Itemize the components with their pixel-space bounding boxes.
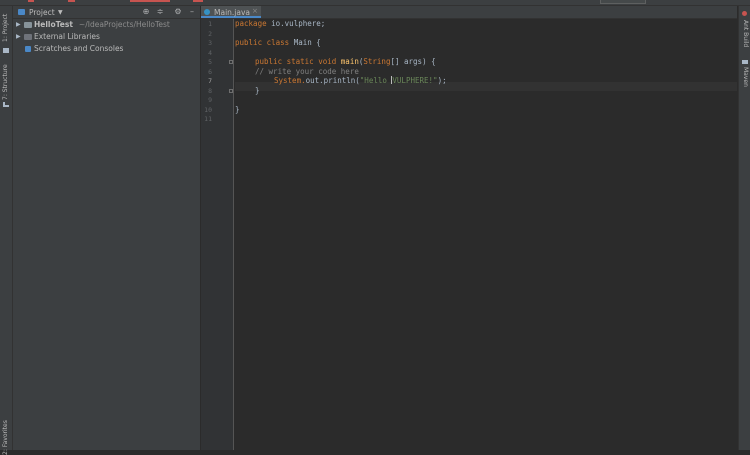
line-number: 10 [204,105,212,114]
code-line-7: System.out.println("Hello VULPHERE!"); [274,76,447,85]
maven-icon [742,60,748,64]
close-icon[interactable]: × [252,7,258,15]
editor-tab-bar: Main.java × [201,6,737,19]
editor: Main.java × 1 2 3 4 5 6 7 8 9 10 11 pack… [201,6,737,450]
expand-arrow-icon[interactable]: ▶ [16,19,21,30]
line-number-gutter: 1 2 3 4 5 6 7 8 9 10 11 [201,19,234,450]
toolbar-mark [68,0,75,2]
tool-tab-favorites[interactable]: 2: Favorites [0,420,12,455]
locate-icon[interactable]: ⊕ [141,7,151,17]
project-panel: Project ▼ ⊕ ≑ ⚙ – ▶ HelloTest ~/IdeaProje… [13,6,201,450]
ant-icon [742,11,747,16]
fold-marker-icon[interactable] [229,60,233,64]
collapse-all-icon[interactable]: ≑ [155,7,165,17]
tool-tab-structure-label: 7: Structure [2,64,9,100]
module-folder-icon [24,21,32,28]
code-line-5: public static void main(String[] args) { [255,57,436,66]
line-number: 9 [208,96,212,104]
tool-tab-project[interactable]: 1: Project [0,12,12,60]
code-line-3: public class Main { [235,38,321,47]
tree-item-label: External Libraries [34,32,100,41]
tree-item-label: HelloTest ~/IdeaProjects/HelloTest [34,20,170,29]
gear-icon[interactable]: ⚙ [173,7,183,17]
minimize-icon[interactable]: – [187,7,197,17]
tab-label: Main.java [214,7,251,17]
project-panel-header: Project ▼ ⊕ ≑ ⚙ – [13,6,200,19]
line-number: 2 [208,29,212,38]
tree-item-external-libraries[interactable]: ▶ External Libraries [13,31,200,42]
tab-main-java[interactable]: Main.java × [201,6,261,18]
toolbar-mark [130,0,170,2]
line-number: 1 [208,20,212,28]
code-line-1: package io.vulphere; [235,19,326,28]
expand-arrow-icon[interactable]: ▶ [16,31,21,42]
line-number: 11 [204,115,212,123]
module-name: HelloTest [34,20,73,29]
toolbar-mark [193,0,203,2]
toolbar-mark [28,0,34,2]
line-number: 6 [208,67,212,76]
java-file-icon [204,9,210,15]
structure-icon [3,102,9,107]
fold-marker-icon[interactable] [229,89,233,93]
left-tool-window-bar: 1: Project 7: Structure 2: Favorites [0,6,13,455]
module-path: ~/IdeaProjects/HelloTest [78,20,170,29]
tree-item-scratches[interactable]: Scratches and Consoles [13,43,200,54]
chevron-down-icon[interactable]: ▼ [58,9,63,16]
project-panel-title[interactable]: Project [29,8,55,17]
line-number: 4 [208,48,212,57]
tool-tab-ant-label: Ant Build [742,20,749,48]
library-icon [24,33,32,40]
scratches-icon [25,45,31,52]
tool-tab-maven-label: Maven [742,67,749,87]
tool-tab-structure[interactable]: 7: Structure [0,64,12,110]
line-number: 5 [208,58,212,66]
tree-item-label: Scratches and Consoles [34,44,124,53]
line-number-current: 7 [208,77,212,85]
code-line-6: // write your code here [255,66,359,76]
code-line-10: } [235,104,240,114]
project-icon [18,9,25,15]
line-number: 3 [208,39,212,47]
tree-item-hellotest[interactable]: ▶ HelloTest ~/IdeaProjects/HelloTest [13,19,200,30]
folder-icon [3,48,9,53]
code-area[interactable]: package io.vulphere; public class Main {… [235,19,737,450]
code-line-8: } [255,85,260,95]
line-number: 8 [208,86,212,95]
search-everywhere-field[interactable] [600,0,646,4]
tool-tab-project-label: 1: Project [2,13,9,42]
right-tool-window-bar: Ant Build Maven [738,6,750,450]
